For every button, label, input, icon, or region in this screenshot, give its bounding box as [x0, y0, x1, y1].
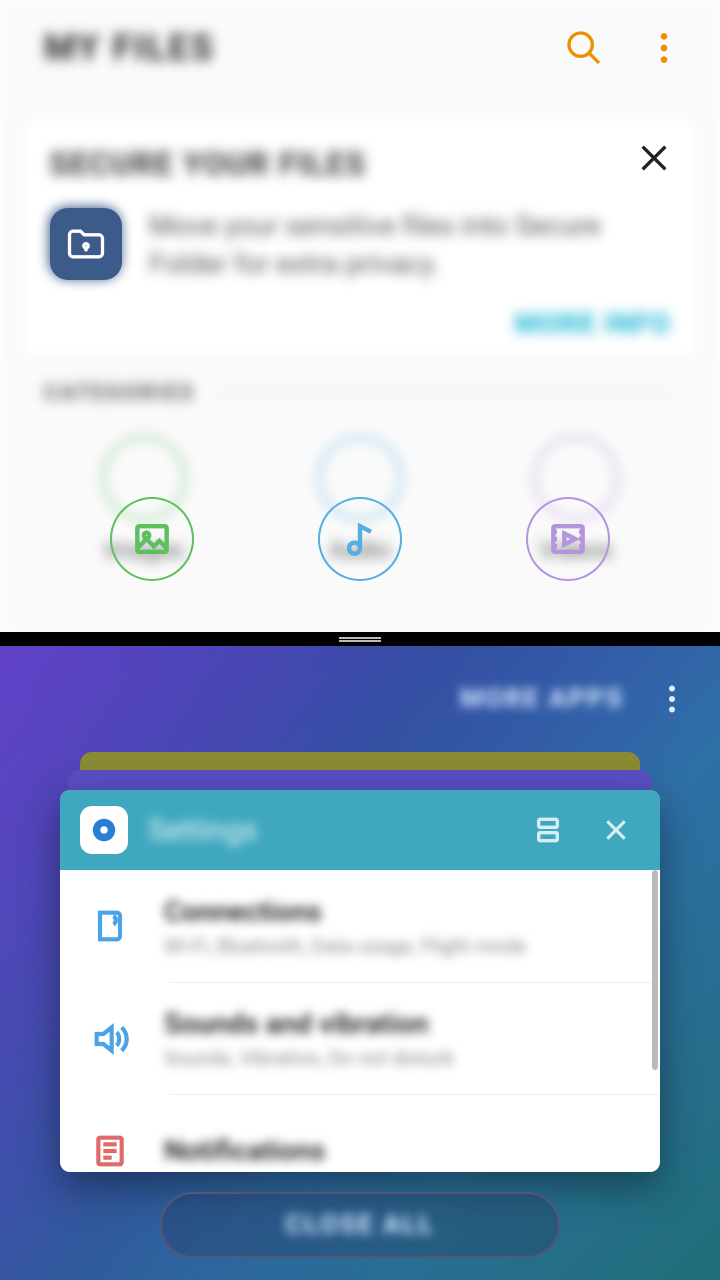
settings-row-title: Sounds and vibration — [164, 1007, 454, 1040]
promo-title: SECURE YOUR FILES — [49, 145, 671, 183]
more-apps-button[interactable]: MORE APPS — [460, 684, 624, 714]
secure-folder-icon — [50, 208, 122, 280]
recents-card-stack: Settings Connections Wi-Fi, Bluetooth, D… — [60, 752, 660, 1172]
recents-card-bg-1[interactable] — [80, 752, 640, 772]
recents-card-title: Settings — [148, 813, 504, 848]
promo-text: Move your sensitive files into Secure Fo… — [149, 207, 671, 283]
divider — [215, 393, 676, 394]
settings-row-sub: Sounds, Vibration, Do not disturb — [164, 1046, 454, 1070]
close-all-button[interactable]: CLOSE ALL — [160, 1192, 560, 1258]
split-layout-icon[interactable] — [524, 806, 572, 854]
settings-row-title: Connections — [164, 895, 526, 928]
videos-category-icon[interactable] — [526, 497, 610, 581]
promo-action: MORE INFO — [49, 307, 671, 340]
sound-icon — [84, 1013, 136, 1065]
settings-row-title: Notifications — [164, 1134, 325, 1167]
split-view-divider[interactable] — [0, 632, 720, 646]
notifications-icon — [84, 1125, 136, 1171]
close-card-icon[interactable] — [592, 806, 640, 854]
recents-card-settings[interactable]: Settings Connections Wi-Fi, Bluetooth, D… — [60, 790, 660, 1172]
audio-category-icon[interactable] — [318, 497, 402, 581]
scrollbar[interactable] — [652, 870, 658, 1070]
search-icon[interactable] — [552, 16, 616, 80]
settings-row-sub: Wi-Fi, Bluetooth, Data usage, Flight mod… — [164, 934, 526, 958]
recents-pane: MORE APPS Settings — [0, 646, 720, 1280]
close-promo-icon[interactable] — [632, 136, 676, 180]
categories-label: CATEGORIES — [44, 381, 195, 406]
app-title: MY FILES — [44, 27, 548, 69]
recents-card-bg-2[interactable] — [68, 770, 652, 790]
images-category-icon[interactable] — [110, 497, 194, 581]
settings-preview-list: Connections Wi-Fi, Bluetooth, Data usage… — [60, 870, 660, 1170]
connections-icon — [84, 900, 136, 952]
drag-handle-icon[interactable] — [339, 637, 381, 642]
settings-app-icon — [80, 806, 128, 854]
overflow-menu-icon[interactable] — [632, 16, 696, 80]
recents-overflow-icon[interactable] — [648, 675, 696, 723]
